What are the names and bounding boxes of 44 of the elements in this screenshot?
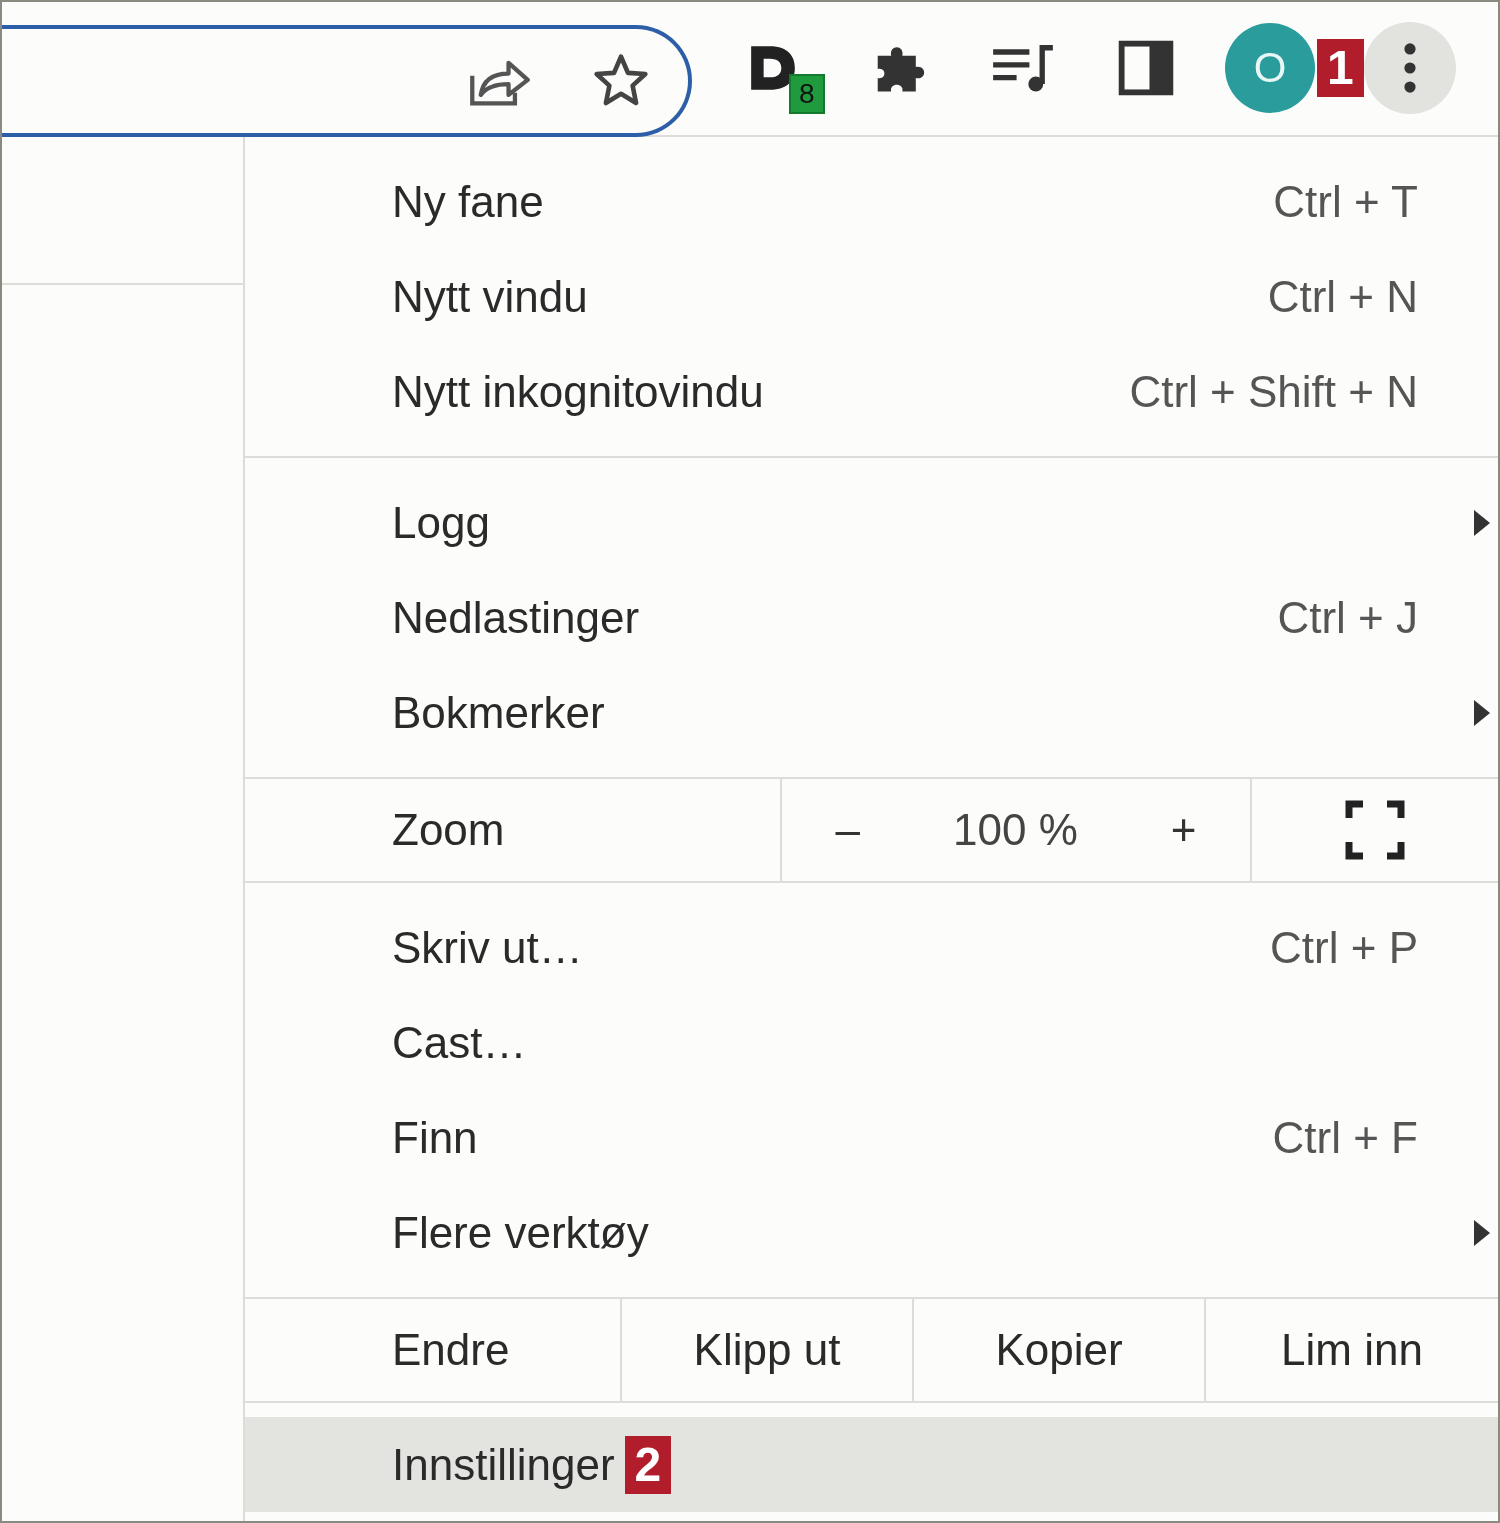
shortcut-label: Ctrl + F [1272, 1112, 1418, 1163]
menu-item-label: Cast… [392, 1017, 527, 1068]
edit-action-button[interactable]: Lim inn [1206, 1299, 1498, 1401]
menu-item-label: Logg [392, 497, 490, 548]
edit-label: Endre [245, 1299, 622, 1401]
side-panel-icon[interactable] [1117, 38, 1175, 97]
menu-item-label: Nedlastinger [392, 592, 640, 643]
shortcut-label: Ctrl + P [1270, 922, 1418, 973]
menu-item[interactable]: Bokmerker [245, 665, 1498, 760]
shortcut-label: Ctrl + J [1277, 592, 1418, 643]
menu-item-label: Nytt vindu [392, 271, 588, 322]
step-badge: 2 [624, 1435, 672, 1494]
submenu-arrow-icon [1472, 507, 1492, 538]
shortcut-label: Ctrl + T [1273, 176, 1418, 227]
menu-item[interactable]: Finn Ctrl + F [245, 1090, 1498, 1185]
menu-item-label: Finn [392, 1112, 478, 1163]
menu-item[interactable]: Logg [245, 475, 1498, 570]
menu-item[interactable]: Cast… [245, 995, 1498, 1090]
submenu-arrow-icon [1472, 1217, 1492, 1248]
menu-item[interactable]: Nytt inkognitovindu Ctrl + Shift + N [245, 344, 1498, 439]
step-badge: 1 [1317, 38, 1364, 97]
zoom-out-button[interactable]: – [821, 805, 874, 855]
submenu-arrow-icon [1472, 697, 1492, 728]
menu-item-label: Flere verktøy [392, 1207, 649, 1258]
menu-item-label: Innstillinger [392, 1439, 615, 1490]
menu-item-label: Skriv ut… [392, 922, 583, 973]
extension-badge: 8 [789, 73, 825, 114]
zoom-level: 100 % [953, 805, 1078, 855]
menu-item-label: Ny fane [392, 176, 544, 227]
menu-item[interactable]: Flere verktøy [245, 1185, 1498, 1280]
menu-item[interactable]: Innstillinger 2 [245, 1417, 1498, 1512]
menu-item-label: Nytt inkognitovindu [392, 366, 764, 417]
shortcut-label: Ctrl + N [1267, 271, 1418, 322]
fullscreen-icon[interactable] [1345, 800, 1405, 860]
shortcut-label: Ctrl + Shift + N [1129, 366, 1418, 417]
menu-item-label: Bokmerker [392, 687, 605, 738]
menu-item[interactable]: Nytt vindu Ctrl + N [245, 249, 1498, 344]
edit-action-button[interactable]: Klipp ut [622, 1299, 914, 1401]
menu-item[interactable]: Ny fane Ctrl + T [245, 154, 1498, 249]
menu-item[interactable]: Nedlastinger Ctrl + J [245, 570, 1498, 665]
zoom-in-button[interactable]: + [1156, 805, 1211, 855]
edit-action-button[interactable]: Kopier [914, 1299, 1206, 1401]
menu-item[interactable]: Skriv ut… Ctrl + P [245, 900, 1498, 995]
zoom-label: Zoom [245, 779, 782, 881]
